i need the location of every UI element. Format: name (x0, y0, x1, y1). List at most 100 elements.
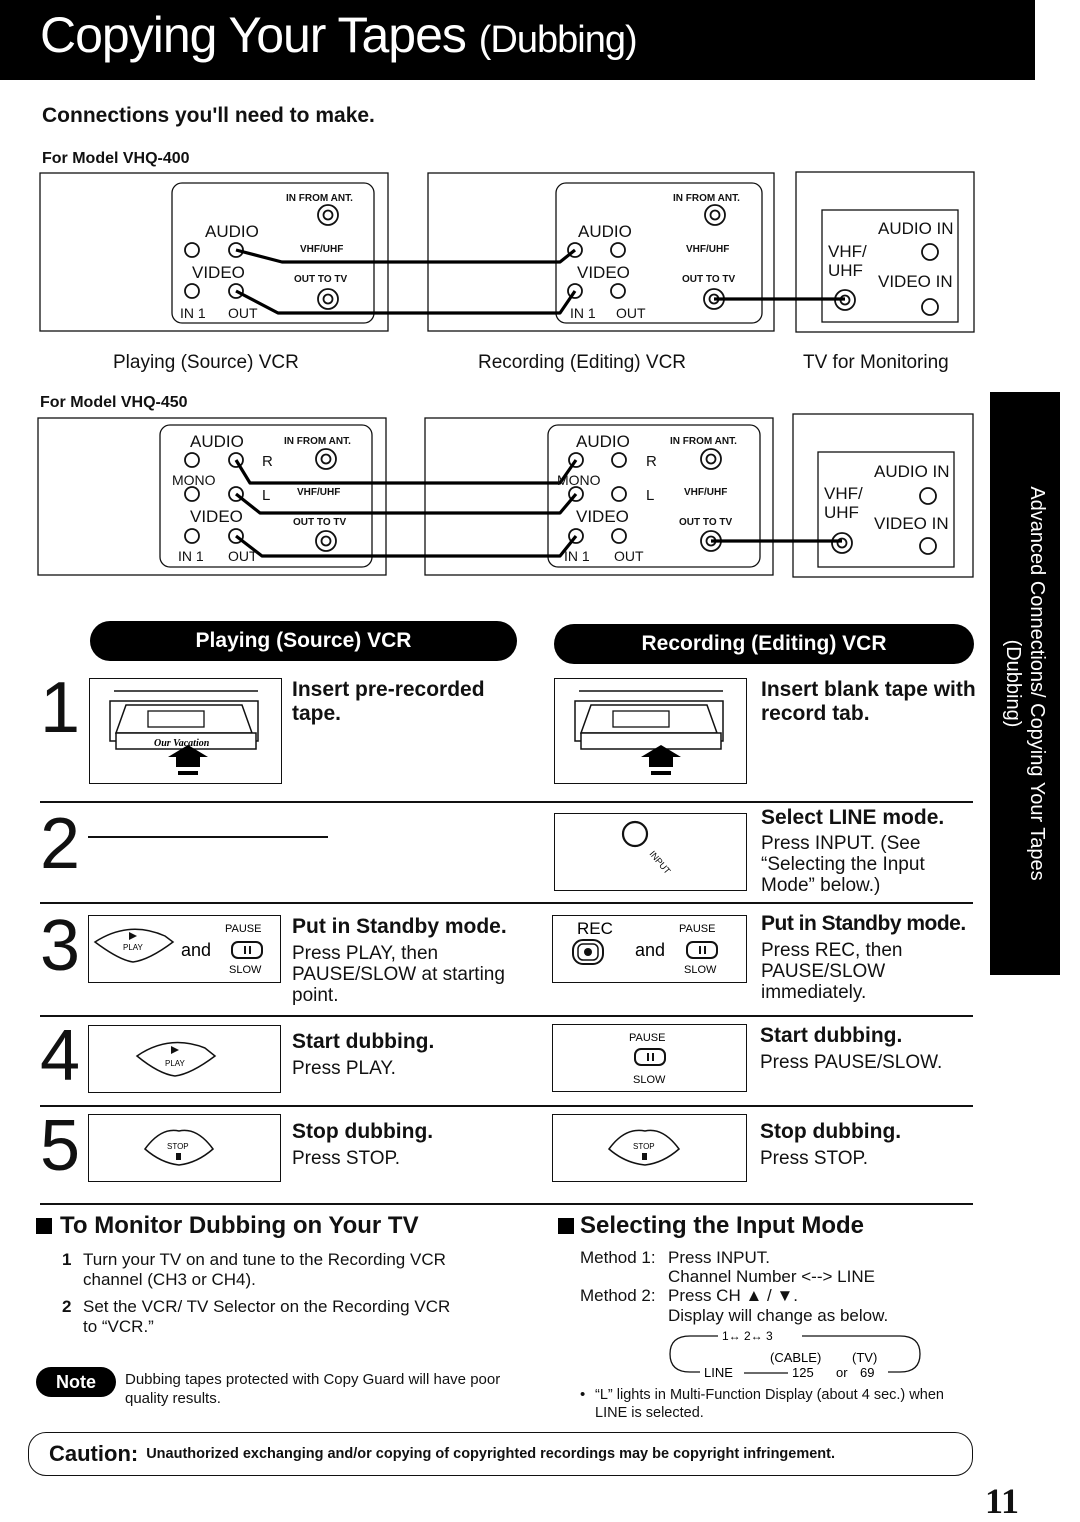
recording-panel-450 (547, 424, 761, 568)
model-label-vhq450: For Model VHQ-450 (40, 394, 188, 411)
svg-text:AUDIO: AUDIO (576, 432, 630, 451)
method2-line2: Display will change as below. (668, 1306, 889, 1325)
input-button-illustration: INPUT (554, 813, 747, 891)
rec-pause-illustration: REC and PAUSE SLOW (552, 915, 747, 983)
method2-line1: Press CH ▲ / ▼. (668, 1286, 798, 1305)
svg-text:PAUSE: PAUSE (225, 923, 261, 935)
svg-text:OUT: OUT (616, 305, 646, 321)
svg-text:AUDIO: AUDIO (190, 432, 244, 451)
svg-text:69: 69 (860, 1365, 874, 1380)
svg-text:VIDEO IN: VIDEO IN (878, 272, 953, 291)
method1-label: Method 1: (580, 1248, 656, 1267)
step1-recording-title: Insert blank tape with record tab. (761, 678, 976, 725)
column-header-recording: Recording (Editing) VCR (554, 624, 974, 664)
pause-button-icon (686, 941, 718, 959)
svg-text:PLAY: PLAY (165, 1059, 186, 1068)
step3-source-title: Put in Standby mode. (292, 915, 507, 938)
source-vcr-body-450 (37, 417, 387, 576)
source-panel-400 (171, 182, 375, 324)
svg-text:STOP: STOP (167, 1142, 189, 1151)
svg-text:LINE: LINE (704, 1365, 733, 1380)
step4-source-text: Press PLAY. (292, 1058, 396, 1079)
side-tab-line2: (Dubbing) (1002, 639, 1024, 728)
svg-text:Our Vacation: Our Vacation (154, 738, 210, 749)
play-illustration: PLAY (88, 1025, 281, 1093)
recording-vcr-body-400 (427, 172, 775, 332)
divider (40, 1105, 973, 1107)
svg-text:VHF/UHF: VHF/UHF (297, 487, 340, 498)
svg-text:SLOW: SLOW (229, 964, 262, 976)
svg-text:VHF/: VHF/ (828, 242, 867, 261)
svg-text:UHF: UHF (828, 261, 863, 280)
step-number-5: 5 (40, 1106, 81, 1186)
svg-text:PAUSE: PAUSE (679, 923, 715, 935)
bullet-dot-icon: • (580, 1386, 586, 1403)
svg-text:OUT: OUT (228, 548, 258, 564)
svg-text:VIDEO: VIDEO (190, 507, 243, 526)
side-tab-line1: Advanced Connections/ Copying Your Tapes (1026, 486, 1048, 881)
svg-text:IN 1: IN 1 (178, 548, 204, 564)
svg-text:OUT: OUT (614, 548, 644, 564)
stop-illustration-source: STOP (88, 1114, 281, 1182)
step3-recording-title: Put in Standby mode. (761, 912, 966, 935)
pause-illustration: PAUSE SLOW (552, 1024, 747, 1092)
divider (40, 801, 973, 803)
caption-source-vcr: Playing (Source) VCR (113, 352, 299, 373)
bullet-square-icon (36, 1218, 52, 1234)
svg-text:R: R (646, 453, 657, 470)
svg-text:or: or (836, 1365, 848, 1380)
svg-text:IN 1: IN 1 (570, 305, 596, 321)
note-badge: Note (36, 1367, 116, 1397)
monitor-item-2-num: 2 (62, 1297, 72, 1316)
title-main: Copying Your Tapes (40, 7, 467, 63)
step-number-2: 2 (40, 804, 81, 884)
svg-text:L: L (646, 487, 654, 504)
recording-panel-400 (555, 182, 763, 324)
svg-text:(CABLE): (CABLE) (770, 1350, 821, 1365)
vhs-tape-icon (574, 690, 724, 775)
divider (40, 1203, 973, 1205)
monitor-heading: To Monitor Dubbing on Your TV (60, 1212, 419, 1239)
pause-button-icon (634, 1048, 666, 1066)
connections-heading: Connections you'll need to make. (42, 104, 375, 127)
svg-text:MONO: MONO (557, 472, 601, 488)
svg-text:MONO: MONO (172, 472, 216, 488)
monitor-item-2-text: Set the VCR/ TV Selector on the Recordin… (83, 1297, 451, 1336)
svg-text:L: L (262, 487, 270, 504)
section-side-tab: Advanced Connections/ Copying Your Tapes… (990, 392, 1060, 975)
step4-recording-text: Press PAUSE/SLOW. (760, 1052, 943, 1073)
svg-text:SLOW: SLOW (633, 1074, 666, 1086)
page-number: 11 (985, 1481, 1020, 1521)
svg-text:UHF: UHF (824, 503, 859, 522)
channel-cycle-diagram: 1↔ 2↔ 3 (CABLE) (TV) LINE 125 or 69 (669, 1329, 921, 1380)
svg-text:125: 125 (792, 1365, 814, 1380)
step-number-4: 4 (40, 1016, 81, 1096)
svg-text:SLOW: SLOW (684, 964, 717, 976)
divider (40, 902, 973, 904)
step5-source-title: Stop dubbing. (292, 1120, 434, 1143)
svg-text:OUT: OUT (228, 305, 258, 321)
method2-label: Method 2: (580, 1286, 656, 1305)
svg-text:and: and (181, 940, 211, 960)
monitor-item-1-text: Turn your TV on and tune to the Recordin… (83, 1250, 446, 1289)
input-button-icon (621, 820, 649, 848)
svg-text:1↔ 2↔ 3: 1↔ 2↔ 3 (722, 1329, 773, 1343)
svg-text:VIDEO IN: VIDEO IN (874, 514, 949, 533)
svg-text:VHF/UHF: VHF/UHF (686, 244, 729, 255)
svg-text:VIDEO: VIDEO (192, 263, 245, 282)
step5-recording-title: Stop dubbing. (760, 1120, 902, 1143)
svg-text:IN 1: IN 1 (180, 305, 206, 321)
svg-text:IN FROM ANT.: IN FROM ANT. (673, 193, 740, 204)
svg-text:VIDEO: VIDEO (576, 507, 629, 526)
svg-text:and: and (635, 940, 665, 960)
svg-text:OUT TO TV: OUT TO TV (682, 274, 735, 285)
svg-text:AUDIO: AUDIO (205, 222, 259, 241)
divider (40, 1015, 973, 1017)
caution-box: Caution: Unauthorized exchanging and/or … (28, 1432, 973, 1476)
tape-insert-illustration-source: Our Vacation (89, 678, 282, 784)
svg-text:PAUSE: PAUSE (629, 1032, 665, 1044)
caption-recording-vcr: Recording (Editing) VCR (478, 352, 687, 373)
model-label-vhq400: For Model VHQ-400 (42, 150, 190, 167)
svg-text:IN FROM ANT.: IN FROM ANT. (286, 193, 353, 204)
method1-line1: Press INPUT. (668, 1248, 771, 1267)
